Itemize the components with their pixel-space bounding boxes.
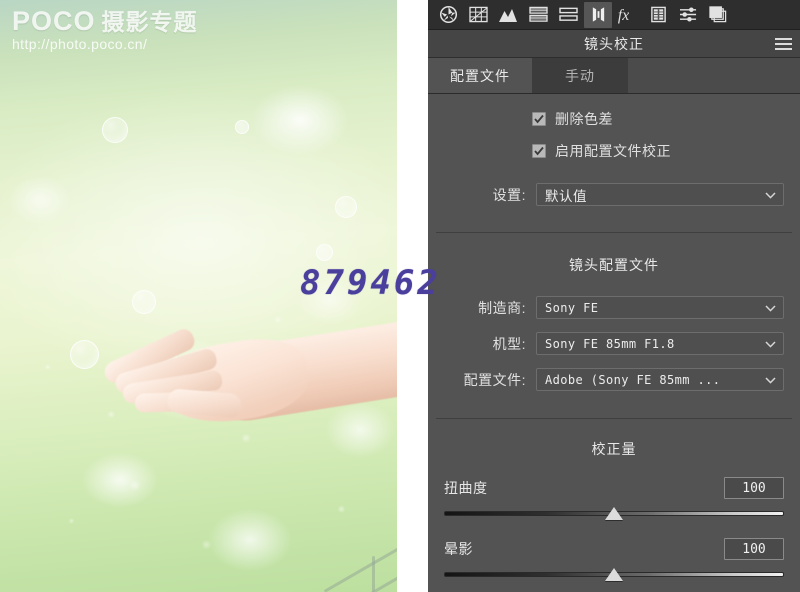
- slider-vignetting-handle[interactable]: [605, 568, 623, 581]
- checkbox-label-remove-chromatic-aberration: 删除色差: [555, 111, 613, 127]
- settings-dropdown[interactable]: 默认值: [536, 183, 784, 206]
- svg-text:fx: fx: [618, 7, 629, 24]
- tab-strip-filler: [628, 58, 800, 93]
- chevron-down-icon: [765, 188, 776, 202]
- model-value: Sony FE 85mm F1.8: [545, 336, 675, 351]
- panel-title: 镜头校正: [584, 35, 644, 52]
- slider-vignetting: 晕影 100: [444, 538, 784, 582]
- correction-heading: 校正量: [591, 441, 637, 457]
- hamburger-menu-icon[interactable]: [775, 37, 792, 50]
- railing-post: [372, 556, 375, 592]
- slider-vignetting-head: 晕影 100: [444, 538, 784, 560]
- chevron-down-icon: [765, 373, 776, 387]
- model-label: 机型:: [492, 335, 526, 352]
- make-row: 制造商: Sony FE: [444, 296, 784, 319]
- make-label: 制造商:: [478, 299, 526, 316]
- model-dropdown[interactable]: Sony FE 85mm F1.8: [536, 332, 784, 355]
- slider-vignetting-value[interactable]: 100: [724, 538, 784, 560]
- slider-distortion-value[interactable]: 100: [724, 477, 784, 499]
- panel-tabs: 配置文件 手动: [428, 58, 800, 94]
- bubble: [235, 120, 249, 134]
- slider-distortion-handle[interactable]: [605, 507, 623, 520]
- profile-label: 配置文件:: [463, 371, 526, 388]
- slider-distortion-label: 扭曲度: [444, 480, 488, 496]
- checkbox-label-enable-profile-correction: 启用配置文件校正: [555, 143, 671, 159]
- slider-distortion: 扭曲度 100: [444, 477, 784, 521]
- tone-curve-icon[interactable]: [494, 2, 522, 28]
- app-window: POCO 摄影专题 http://photo.poco.cn/ 879462 f…: [0, 0, 800, 592]
- settings-value: 默认值: [545, 188, 587, 204]
- make-value: Sony FE: [545, 300, 599, 315]
- make-dropdown[interactable]: Sony FE: [536, 296, 784, 319]
- slider-distortion-track-wrap[interactable]: [444, 507, 784, 521]
- bubble: [102, 117, 128, 143]
- detail-grid-icon[interactable]: [464, 2, 492, 28]
- chevron-down-icon: [765, 337, 776, 351]
- panel-toolbar: fx: [428, 0, 800, 30]
- profile-dropdown[interactable]: Adobe (Sony FE 85mm ...: [536, 368, 784, 391]
- model-row: 机型: Sony FE 85mm F1.8: [444, 332, 784, 355]
- checkbox-row-remove-chromatic-aberration[interactable]: 删除色差: [532, 109, 800, 129]
- aperture-icon[interactable]: [434, 2, 462, 28]
- lens-profile-heading: 镜头配置文件: [569, 257, 659, 273]
- slider-vignetting-label: 晕影: [444, 541, 473, 557]
- profile-row: 配置文件: Adobe (Sony FE 85mm ...: [444, 368, 784, 391]
- checkbox-checked-icon[interactable]: [532, 112, 546, 126]
- bubble: [132, 290, 156, 314]
- tab-profile[interactable]: 配置文件: [428, 58, 532, 93]
- panel-titlebar: 镜头校正: [428, 30, 800, 58]
- settings-row: 设置: 默认值: [444, 183, 784, 206]
- section-divider: [436, 418, 792, 419]
- slider-vignetting-track-wrap[interactable]: [444, 568, 784, 582]
- transform-icon[interactable]: [554, 2, 582, 28]
- lens-correction-icon[interactable]: [584, 1, 612, 28]
- tab-manual[interactable]: 手动: [532, 58, 628, 93]
- checkbox-row-enable-profile-correction[interactable]: 启用配置文件校正: [532, 141, 800, 161]
- calibration-sliders-icon[interactable]: [674, 2, 702, 28]
- layers-icon[interactable]: [704, 2, 732, 28]
- slider-distortion-head: 扭曲度 100: [444, 477, 784, 499]
- thumb: [166, 388, 243, 419]
- effects-fx-icon[interactable]: fx: [614, 2, 642, 28]
- overlay-code-text: 879462: [300, 263, 441, 303]
- panel-body: 删除色差 启用配置文件校正 设置: 默认值 镜头配置文件 制造商: Sony F…: [428, 109, 800, 582]
- bubble: [316, 244, 333, 261]
- chevron-down-icon: [765, 301, 776, 315]
- section-divider: [436, 232, 792, 233]
- profile-value: Adobe (Sony FE 85mm ...: [545, 372, 721, 387]
- settings-label: 设置:: [492, 186, 526, 203]
- split-tone-icon[interactable]: [524, 2, 552, 28]
- filmstrip-icon[interactable]: [644, 2, 672, 28]
- checkbox-checked-icon[interactable]: [532, 144, 546, 158]
- bubble: [335, 196, 357, 218]
- lens-correction-panel: fx 镜头校正 配置文件 手动 删除色差 启用配置文件校正 设置: 默认值 镜头…: [428, 0, 800, 592]
